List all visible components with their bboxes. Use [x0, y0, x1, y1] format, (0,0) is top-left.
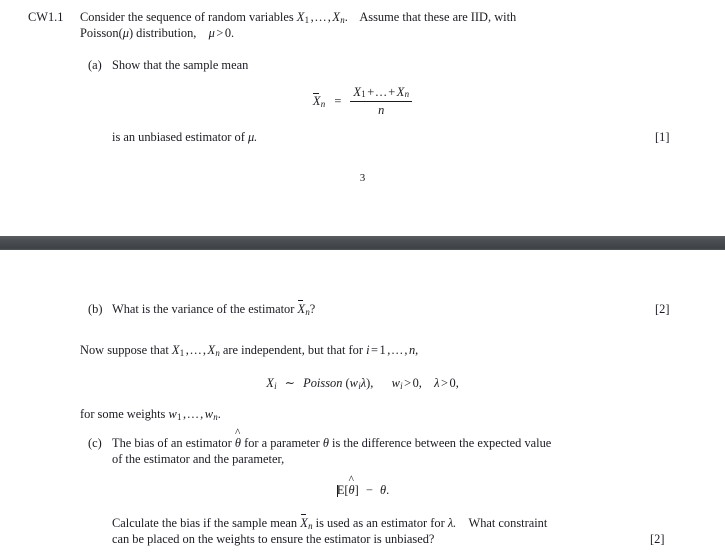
weights-math: w1,…, wn. [168, 407, 221, 422]
part-a-marks: [1] [655, 130, 670, 144]
part-c-line2: of the estimator and the parameter, [112, 451, 285, 466]
question-stem-text-a: Consider the sequence of random variable… [80, 10, 294, 24]
weights-line: for some weights w1,…, wn. [80, 407, 640, 425]
question-number-label: CW1.1 [28, 10, 64, 24]
distribution-lhs: Xi [266, 376, 277, 391]
part-a-text: Show that the sample mean [112, 58, 249, 72]
distribution-conditions: wi >0, λ >0, [391, 376, 459, 391]
part-b-label: (b) [88, 302, 103, 316]
distribution-argument: (wiλ), [345, 376, 374, 391]
part-b-text: What is the variance of the estimator Xn… [112, 300, 632, 320]
intro-math-b: i = 1,…, n, [366, 343, 419, 357]
equation-lhs: Xn [312, 92, 326, 110]
part-c-line1: The bias of an estimator θ for a paramet… [112, 436, 670, 451]
page-fragment-bottom: (b) What is the variance of the estimato… [0, 250, 725, 560]
fraction-denominator: n [378, 102, 385, 117]
intro-text-a: Now suppose that [80, 343, 169, 357]
part-c-final-text-b: is used as an estimator for [315, 516, 445, 530]
distributed-as-symbol: ∼ [284, 376, 296, 390]
part-c-text-b: for a parameter [244, 436, 320, 450]
distribution-equation: Xi ∼ Poisson (wiλ), wi >0, λ >0, [0, 375, 725, 391]
theta-hat-symbol: θ [235, 436, 241, 450]
bias-theta: θ. [379, 483, 390, 497]
minus-sign: − [365, 483, 373, 497]
weights-text: for some weights [80, 407, 166, 421]
part-b-marks: [2] [655, 302, 670, 316]
expectation-operator: E[θ] [336, 483, 362, 498]
part-c-xbar-symbol: Xn [300, 514, 313, 531]
mu-condition: μ >0. [208, 25, 235, 40]
poisson-word: Poisson( [80, 25, 123, 40]
page-fragment-top: CW1.1 Consider the sequence of random va… [0, 0, 725, 236]
intro-paragraph: Now suppose that X1,…, Xn are independent… [80, 343, 670, 361]
distribution-name: Poisson [303, 376, 343, 390]
part-c-label: (c) [88, 436, 102, 450]
poisson-close: ) distribution, [128, 25, 197, 40]
question-stem-line2: Poisson(μ) distribution, μ >0. [80, 26, 670, 41]
part-c-text-c: is the difference between the expected v… [332, 436, 552, 450]
part-a-closing-symbol: μ. [247, 130, 258, 144]
part-c-final-text-a: Calculate the bias if the sample mean [112, 516, 298, 530]
page-number: 3 [359, 172, 366, 184]
part-c-final-text-c: What constraint [468, 516, 548, 530]
equation-equals-sign: = [334, 94, 342, 109]
part-a-label: (a) [88, 58, 102, 72]
part-a-closing-text: is an unbiased estimator of μ. [112, 130, 612, 145]
question-stem-math-sequence: X1,…, Xn. [296, 10, 348, 25]
part-c-line4: can be placed on the weights to ensure t… [112, 531, 435, 546]
theta-symbol: θ [322, 436, 329, 450]
equation-fraction: X1 +… + Xn n [350, 85, 413, 118]
part-c-marks: [2] [650, 531, 665, 546]
lambda-symbol: λ. [447, 516, 457, 530]
part-c-text-a: The bias of an estimator [112, 436, 232, 450]
part-b-symbol: Xn? [297, 300, 316, 317]
question-stem-text-b: Assume that these are IID, with [359, 10, 517, 24]
intro-math-a: X1,…, Xn [171, 343, 220, 358]
part-b-words: What is the variance of the estimator [112, 302, 295, 316]
intro-text-b: are independent, but that for [222, 343, 363, 357]
part-a-closing-words: is an unbiased estimator of [112, 130, 245, 144]
part-a-equation: Xn = X1 +… + Xn n [0, 85, 725, 119]
page-separator-bar [0, 236, 725, 250]
fraction-numerator: X1 +… + Xn [350, 85, 413, 102]
bias-equation: E[θ] − θ. [0, 483, 725, 498]
